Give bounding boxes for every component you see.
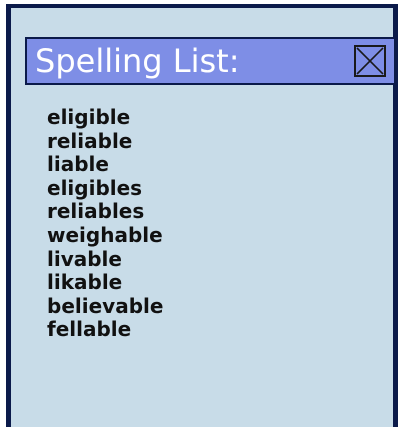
panel-title: Spelling List: — [35, 42, 240, 80]
suggestion-list: eligible reliable liable eligibles relia… — [47, 105, 163, 342]
close-icon — [356, 47, 384, 75]
suggestion-item[interactable]: believable — [47, 294, 163, 319]
suggestion-item[interactable]: eligible — [47, 105, 163, 130]
close-button[interactable] — [354, 45, 386, 77]
suggestion-item[interactable]: eligibles — [47, 176, 163, 201]
suggestion-item[interactable]: fellable — [47, 318, 163, 342]
suggestion-item[interactable]: weighable — [47, 223, 163, 248]
suggestion-item[interactable]: livable — [47, 247, 163, 272]
suggestion-item[interactable]: likable — [47, 271, 163, 295]
suggestion-item[interactable]: reliables — [47, 200, 163, 224]
suggestion-item[interactable]: reliable — [47, 129, 163, 154]
spelling-list-panel: Spelling List: eligible reliable liable … — [6, 4, 398, 427]
suggestion-item[interactable]: liable — [47, 153, 163, 177]
title-bar: Spelling List: — [25, 37, 396, 85]
